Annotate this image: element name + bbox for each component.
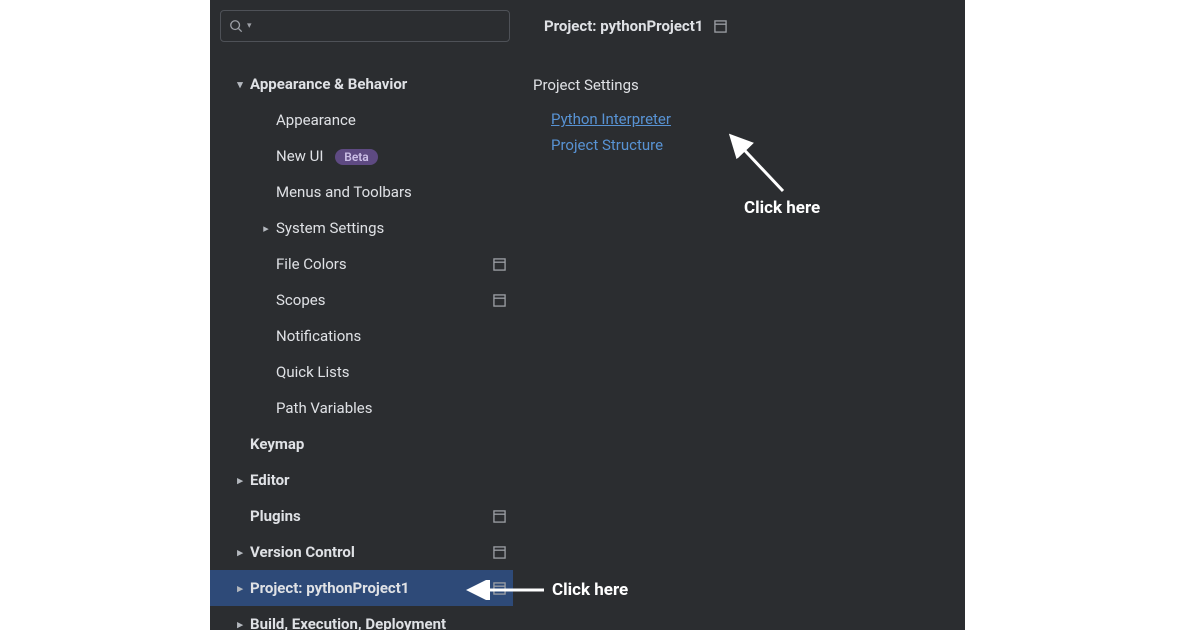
tree-label: Appearance bbox=[276, 111, 507, 129]
settings-window: ▾ Project: pythonProject1 ▾ Appearance &… bbox=[210, 0, 965, 630]
tree-appearance[interactable]: Appearance bbox=[210, 102, 513, 138]
top-bar: ▾ Project: pythonProject1 bbox=[210, 0, 965, 46]
tree-quick-lists[interactable]: Quick Lists bbox=[210, 354, 513, 390]
tree-label: Project: pythonProject1 bbox=[250, 579, 493, 597]
search-field[interactable] bbox=[256, 18, 501, 34]
search-dropdown-icon[interactable]: ▾ bbox=[247, 21, 252, 31]
chevron-right-icon: ▸ bbox=[256, 222, 276, 235]
chevron-right-icon: ▸ bbox=[230, 474, 250, 487]
chevron-right-icon: ▸ bbox=[230, 618, 250, 630]
page-title: Project: pythonProject1 bbox=[544, 17, 727, 35]
tree-plugins[interactable]: Plugins bbox=[210, 498, 513, 534]
tree-editor[interactable]: ▸ Editor bbox=[210, 462, 513, 498]
project-scope-icon bbox=[493, 257, 507, 271]
tree-new-ui[interactable]: New UI Beta bbox=[210, 138, 513, 174]
tree-label: Path Variables bbox=[276, 399, 507, 417]
tree-label: New UI Beta bbox=[276, 147, 507, 165]
tree-label: Build, Execution, Deployment bbox=[250, 615, 507, 630]
search-input[interactable]: ▾ bbox=[220, 10, 510, 42]
tree-label: Editor bbox=[250, 471, 507, 489]
tree-label: Version Control bbox=[250, 543, 493, 561]
tree-label: Menus and Toolbars bbox=[276, 183, 507, 201]
chevron-down-icon: ▾ bbox=[230, 78, 250, 91]
tree-path-variables[interactable]: Path Variables bbox=[210, 390, 513, 426]
tree-file-colors[interactable]: File Colors bbox=[210, 246, 513, 282]
tree-notifications[interactable]: Notifications bbox=[210, 318, 513, 354]
chevron-right-icon: ▸ bbox=[230, 546, 250, 559]
tree-scopes[interactable]: Scopes bbox=[210, 282, 513, 318]
content-pane: Project Settings Python Interpreter Proj… bbox=[513, 46, 965, 630]
link-project-structure[interactable]: Project Structure bbox=[551, 136, 663, 154]
tree-appearance-behavior[interactable]: ▾ Appearance & Behavior bbox=[210, 66, 513, 102]
project-scope-icon bbox=[493, 509, 507, 523]
project-scope-icon bbox=[493, 293, 507, 307]
tree-build-exec-deploy[interactable]: ▸ Build, Execution, Deployment bbox=[210, 606, 513, 630]
tree-label: Plugins bbox=[250, 507, 493, 525]
section-heading: Project Settings bbox=[533, 76, 965, 94]
tree-label: Appearance & Behavior bbox=[250, 75, 507, 93]
tree-label: Quick Lists bbox=[276, 363, 507, 381]
tree-label: Keymap bbox=[250, 435, 507, 453]
beta-badge: Beta bbox=[335, 149, 378, 165]
chevron-right-icon: ▸ bbox=[230, 582, 250, 595]
tree-keymap[interactable]: Keymap bbox=[210, 426, 513, 462]
tree-system-settings[interactable]: ▸ System Settings bbox=[210, 210, 513, 246]
tree-version-control[interactable]: ▸ Version Control bbox=[210, 534, 513, 570]
tree-label: Scopes bbox=[276, 291, 493, 309]
project-scope-icon bbox=[493, 545, 507, 559]
tree-project[interactable]: ▸ Project: pythonProject1 bbox=[210, 570, 513, 606]
settings-body: ▾ Appearance & Behavior Appearance New U… bbox=[210, 46, 965, 630]
tree-label: File Colors bbox=[276, 255, 493, 273]
tree-label-text: New UI bbox=[276, 147, 323, 165]
settings-tree: ▾ Appearance & Behavior Appearance New U… bbox=[210, 46, 513, 630]
tree-menus-toolbars[interactable]: Menus and Toolbars bbox=[210, 174, 513, 210]
project-scope-icon bbox=[493, 581, 507, 595]
tree-label: Notifications bbox=[276, 327, 507, 345]
project-scope-icon bbox=[713, 19, 727, 33]
search-icon bbox=[229, 19, 243, 33]
link-python-interpreter[interactable]: Python Interpreter bbox=[551, 110, 671, 128]
page-title-text: Project: pythonProject1 bbox=[544, 17, 703, 35]
tree-label: System Settings bbox=[276, 219, 507, 237]
